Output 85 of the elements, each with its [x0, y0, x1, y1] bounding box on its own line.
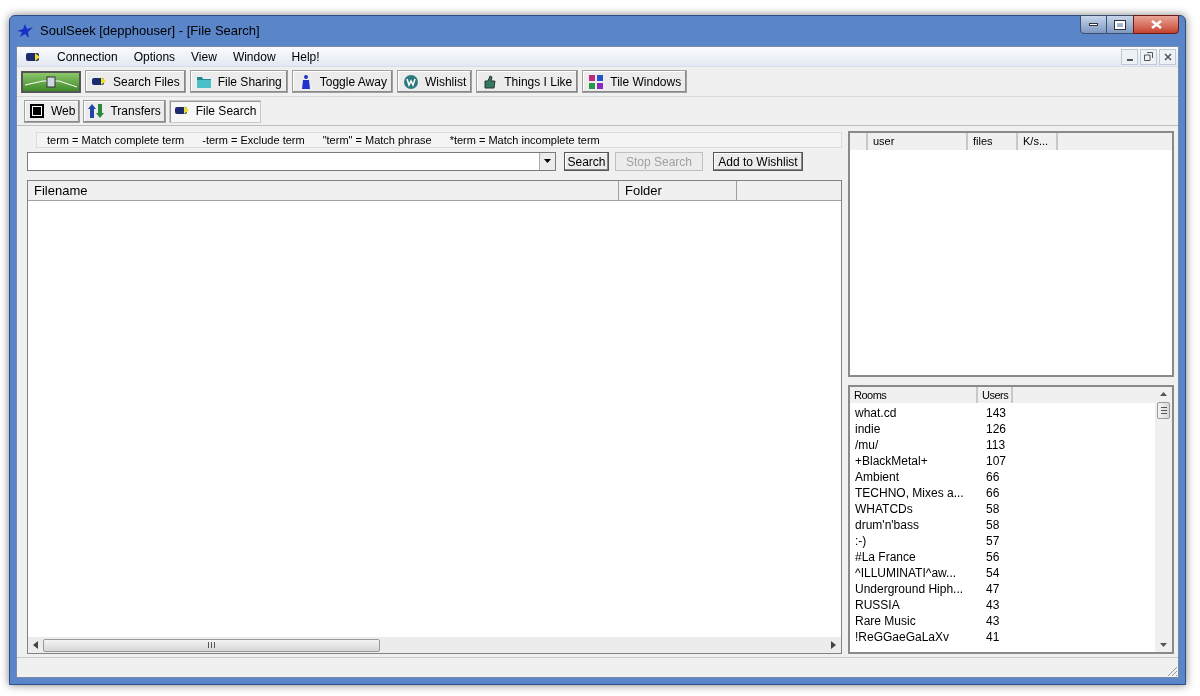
search-field[interactable] — [27, 151, 556, 171]
hint-text: *term = Match incomplete term — [449, 132, 600, 148]
table-cell-text: TECHNO, Mixes a... — [855, 485, 965, 501]
column-header[interactable]: K/s... — [1018, 133, 1058, 150]
column-header[interactable]: Users — [978, 387, 1013, 403]
table-cell-text: drum'n'bass — [855, 517, 920, 533]
toolbar-button[interactable]: Toggle Away — [291, 70, 393, 93]
menu-item[interactable]: Window — [224, 47, 284, 66]
column-header[interactable]: Folder — [619, 181, 737, 200]
toolbar-button[interactable]: Wishlist — [396, 70, 473, 93]
table-cell: 57 — [986, 533, 1000, 549]
table-cell: 41 — [986, 629, 1000, 645]
table-cell: 107 — [986, 453, 1007, 469]
table-cell: 43 — [986, 613, 1000, 629]
wishlist-icon — [402, 73, 419, 90]
tab[interactable]: File Search — [168, 99, 262, 123]
table-cell-text: !ReGGaeGaLaXv — [855, 629, 951, 645]
tab[interactable]: Transfers — [83, 99, 166, 123]
up-down-arrows-icon — [88, 103, 105, 119]
menu-item[interactable]: Help! — [283, 47, 328, 66]
column-header[interactable]: Filename — [28, 181, 619, 200]
menu-item[interactable]: Options — [125, 47, 184, 66]
maximize-button[interactable] — [1107, 15, 1133, 34]
close-icon — [1150, 20, 1162, 29]
restore-icon — [1144, 52, 1153, 61]
column-header[interactable]: user — [868, 133, 968, 150]
caret-icon — [544, 159, 551, 163]
table-cell: 58 — [986, 517, 1000, 533]
vertical-scrollbar[interactable] — [1155, 387, 1172, 652]
up-arrow-icon — [1160, 392, 1167, 396]
right-arrow-icon — [831, 641, 836, 649]
toolbar-button[interactable]: Search Files — [85, 70, 186, 93]
menu-item[interactable]: View — [183, 47, 225, 66]
thumbs-up-icon — [482, 73, 499, 90]
grid-icon — [588, 73, 605, 90]
table-cell-text: +BlackMetal+ — [855, 453, 929, 469]
down-arrow-icon — [1160, 643, 1167, 647]
minimize-button[interactable] — [1080, 15, 1107, 34]
horizontal-scrollbar[interactable] — [28, 637, 841, 653]
table-cell: 54 — [986, 565, 1000, 581]
table-cell-text: #La France — [855, 549, 917, 565]
resize-grip-icon — [1166, 665, 1178, 677]
hint-text: "term" = Match phrase — [322, 132, 432, 148]
restore-button[interactable] — [1140, 48, 1157, 65]
table-cell: 126 — [986, 421, 1007, 437]
table-cell: 47 — [986, 581, 1000, 597]
search-action-button: Stop Search — [615, 151, 703, 171]
table-cell-text: :-) — [855, 533, 868, 549]
close-button[interactable] — [1133, 15, 1179, 34]
menu-item[interactable]: Connection — [49, 47, 126, 66]
tab[interactable]: Web — [24, 99, 81, 123]
table-cell-text: RUSSIA — [855, 597, 901, 613]
search-action-button[interactable]: Add to Wishlist — [713, 151, 803, 171]
table-cell-text: Underground Hiph... — [855, 581, 965, 597]
table-cell-text: Rare Music — [855, 613, 917, 629]
left-arrow-icon — [33, 641, 38, 649]
scroll-thumb[interactable] — [43, 638, 380, 652]
scroll-thumb[interactable] — [1157, 402, 1170, 419]
toolbar-button[interactable]: File Sharing — [189, 70, 288, 93]
table-cell: 43 — [986, 597, 1000, 613]
table-cell: 143 — [986, 405, 1007, 421]
toolbar-button[interactable]: Tile Windows — [582, 70, 688, 93]
table-cell: 56 — [986, 549, 1000, 565]
table-cell: 58 — [986, 501, 1000, 517]
column-header[interactable]: Rooms — [850, 387, 978, 403]
window-title: SoulSeek [depphouser] - [File Search] — [40, 22, 260, 41]
grip-icon — [1160, 407, 1167, 414]
window-icon — [29, 103, 45, 119]
toolbar-button[interactable]: Things I Like — [476, 70, 579, 93]
table-cell-text: /mu/ — [855, 437, 880, 453]
table-cell-text: ^ILLUMINATI^aw... — [855, 565, 958, 581]
grip-icon — [208, 642, 215, 648]
table-cell: 66 — [986, 485, 1000, 501]
table-cell-text: what.cd — [855, 405, 898, 421]
dropdown-button[interactable] — [539, 152, 555, 170]
close-icon — [1163, 52, 1172, 61]
search-action-button[interactable]: Search — [564, 151, 609, 171]
hint-text: term = Match complete term — [47, 132, 185, 148]
table-cell: 66 — [986, 469, 1000, 485]
table-cell-text: Ambient — [855, 469, 901, 485]
column-header[interactable]: files — [968, 133, 1018, 150]
hint-text: -term = Exclude term — [202, 132, 305, 148]
table-cell-text: indie — [855, 421, 882, 437]
table-cell-text: WHATCDs — [855, 501, 914, 517]
table-cell: 113 — [986, 437, 1006, 453]
